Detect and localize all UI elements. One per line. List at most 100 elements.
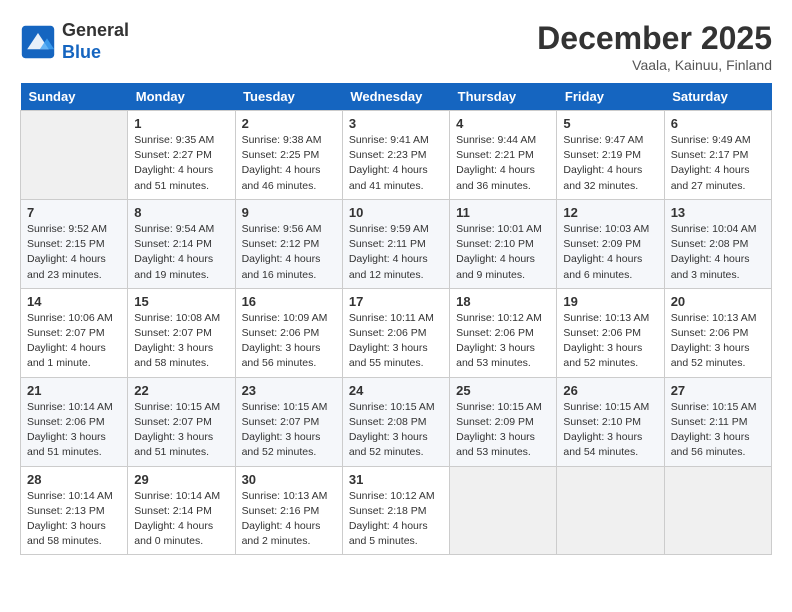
day-number: 1 <box>134 116 228 131</box>
day-number: 7 <box>27 205 121 220</box>
day-info: Sunrise: 10:13 AM Sunset: 2:16 PM Daylig… <box>242 489 336 550</box>
day-number: 6 <box>671 116 765 131</box>
day-number: 15 <box>134 294 228 309</box>
day-number: 9 <box>242 205 336 220</box>
day-info: Sunrise: 10:12 AM Sunset: 2:18 PM Daylig… <box>349 489 443 550</box>
day-info: Sunrise: 10:04 AM Sunset: 2:08 PM Daylig… <box>671 222 765 283</box>
calendar-cell: 4 Sunrise: 9:44 AM Sunset: 2:21 PM Daylig… <box>450 111 557 200</box>
day-info: Sunrise: 10:15 AM Sunset: 2:08 PM Daylig… <box>349 400 443 461</box>
day-header-wednesday: Wednesday <box>342 83 449 111</box>
location: Vaala, Kainuu, Finland <box>537 57 772 73</box>
day-info: Sunrise: 9:59 AM Sunset: 2:11 PM Dayligh… <box>349 222 443 283</box>
calendar-cell: 8 Sunrise: 9:54 AM Sunset: 2:14 PM Daylig… <box>128 199 235 288</box>
calendar-cell: 23 Sunrise: 10:15 AM Sunset: 2:07 PM Dayl… <box>235 377 342 466</box>
day-header-saturday: Saturday <box>664 83 771 111</box>
day-info: Sunrise: 9:41 AM Sunset: 2:23 PM Dayligh… <box>349 133 443 194</box>
day-number: 11 <box>456 205 550 220</box>
calendar-cell: 18 Sunrise: 10:12 AM Sunset: 2:06 PM Dayl… <box>450 288 557 377</box>
day-info: Sunrise: 10:15 AM Sunset: 2:07 PM Daylig… <box>242 400 336 461</box>
day-number: 2 <box>242 116 336 131</box>
day-number: 29 <box>134 472 228 487</box>
calendar-cell: 30 Sunrise: 10:13 AM Sunset: 2:16 PM Dayl… <box>235 466 342 555</box>
calendar-cell <box>450 466 557 555</box>
calendar-cell: 2 Sunrise: 9:38 AM Sunset: 2:25 PM Daylig… <box>235 111 342 200</box>
calendar-cell: 28 Sunrise: 10:14 AM Sunset: 2:13 PM Dayl… <box>21 466 128 555</box>
day-number: 16 <box>242 294 336 309</box>
day-info: Sunrise: 10:14 AM Sunset: 2:13 PM Daylig… <box>27 489 121 550</box>
calendar-cell: 14Sunrise: 10:06 AM Sunset: 2:07 PM Dayl… <box>21 288 128 377</box>
days-header-row: SundayMondayTuesdayWednesdayThursdayFrid… <box>21 83 772 111</box>
day-info: Sunrise: 10:14 AM Sunset: 2:14 PM Daylig… <box>134 489 228 550</box>
day-number: 27 <box>671 383 765 398</box>
calendar-cell: 19Sunrise: 10:13 AM Sunset: 2:06 PM Dayl… <box>557 288 664 377</box>
day-number: 28 <box>27 472 121 487</box>
day-info: Sunrise: 9:52 AM Sunset: 2:15 PM Dayligh… <box>27 222 121 283</box>
calendar-cell: 17Sunrise: 10:11 AM Sunset: 2:06 PM Dayl… <box>342 288 449 377</box>
day-number: 24 <box>349 383 443 398</box>
week-row-4: 21Sunrise: 10:14 AM Sunset: 2:06 PM Dayl… <box>21 377 772 466</box>
week-row-1: 1 Sunrise: 9:35 AM Sunset: 2:27 PM Daylig… <box>21 111 772 200</box>
calendar-cell: 3Sunrise: 9:41 AM Sunset: 2:23 PM Daylig… <box>342 111 449 200</box>
logo: General Blue <box>20 20 129 63</box>
day-header-friday: Friday <box>557 83 664 111</box>
week-row-2: 7 Sunrise: 9:52 AM Sunset: 2:15 PM Daylig… <box>21 199 772 288</box>
calendar-cell: 24 Sunrise: 10:15 AM Sunset: 2:08 PM Dayl… <box>342 377 449 466</box>
day-number: 30 <box>242 472 336 487</box>
month-year: December 2025 <box>537 20 772 57</box>
calendar-cell: 26 Sunrise: 10:15 AM Sunset: 2:10 PM Dayl… <box>557 377 664 466</box>
day-header-thursday: Thursday <box>450 83 557 111</box>
page-header: General Blue December 2025 Vaala, Kainuu… <box>20 20 772 73</box>
day-info: Sunrise: 9:35 AM Sunset: 2:27 PM Dayligh… <box>134 133 228 194</box>
day-info: Sunrise: 10:01 AM Sunset: 2:10 PM Daylig… <box>456 222 550 283</box>
logo-general: General <box>62 20 129 40</box>
calendar-cell: 15 Sunrise: 10:08 AM Sunset: 2:07 PM Dayl… <box>128 288 235 377</box>
calendar-cell: 25 Sunrise: 10:15 AM Sunset: 2:09 PM Dayl… <box>450 377 557 466</box>
day-info: Sunrise: 10:15 AM Sunset: 2:10 PM Daylig… <box>563 400 657 461</box>
calendar-cell: 21Sunrise: 10:14 AM Sunset: 2:06 PM Dayl… <box>21 377 128 466</box>
day-info: Sunrise: 10:11 AM Sunset: 2:06 PM Daylig… <box>349 311 443 372</box>
day-info: Sunrise: 9:44 AM Sunset: 2:21 PM Dayligh… <box>456 133 550 194</box>
day-info: Sunrise: 10:13 AM Sunset: 2:06 PM Daylig… <box>671 311 765 372</box>
day-number: 12 <box>563 205 657 220</box>
calendar-cell: 1 Sunrise: 9:35 AM Sunset: 2:27 PM Daylig… <box>128 111 235 200</box>
day-number: 31 <box>349 472 443 487</box>
day-number: 14 <box>27 294 121 309</box>
day-number: 20 <box>671 294 765 309</box>
day-info: Sunrise: 9:38 AM Sunset: 2:25 PM Dayligh… <box>242 133 336 194</box>
calendar-cell: 31 Sunrise: 10:12 AM Sunset: 2:18 PM Dayl… <box>342 466 449 555</box>
day-number: 13 <box>671 205 765 220</box>
calendar-cell <box>664 466 771 555</box>
day-info: Sunrise: 10:15 AM Sunset: 2:09 PM Daylig… <box>456 400 550 461</box>
day-number: 4 <box>456 116 550 131</box>
calendar-cell: 9Sunrise: 9:56 AM Sunset: 2:12 PM Daylig… <box>235 199 342 288</box>
day-number: 5 <box>563 116 657 131</box>
day-header-monday: Monday <box>128 83 235 111</box>
day-number: 21 <box>27 383 121 398</box>
week-row-3: 14Sunrise: 10:06 AM Sunset: 2:07 PM Dayl… <box>21 288 772 377</box>
day-number: 18 <box>456 294 550 309</box>
day-info: Sunrise: 10:12 AM Sunset: 2:06 PM Daylig… <box>456 311 550 372</box>
calendar-cell <box>557 466 664 555</box>
calendar-cell: 16 Sunrise: 10:09 AM Sunset: 2:06 PM Dayl… <box>235 288 342 377</box>
day-number: 8 <box>134 205 228 220</box>
calendar-cell: 7 Sunrise: 9:52 AM Sunset: 2:15 PM Daylig… <box>21 199 128 288</box>
day-info: Sunrise: 10:13 AM Sunset: 2:06 PM Daylig… <box>563 311 657 372</box>
day-number: 23 <box>242 383 336 398</box>
calendar-cell: 29 Sunrise: 10:14 AM Sunset: 2:14 PM Dayl… <box>128 466 235 555</box>
day-info: Sunrise: 10:15 AM Sunset: 2:07 PM Daylig… <box>134 400 228 461</box>
calendar-cell: 11 Sunrise: 10:01 AM Sunset: 2:10 PM Dayl… <box>450 199 557 288</box>
logo-text: General Blue <box>62 20 129 63</box>
day-number: 25 <box>456 383 550 398</box>
calendar-cell: 5Sunrise: 9:47 AM Sunset: 2:19 PM Daylig… <box>557 111 664 200</box>
day-info: Sunrise: 10:09 AM Sunset: 2:06 PM Daylig… <box>242 311 336 372</box>
calendar-cell: 12Sunrise: 10:03 AM Sunset: 2:09 PM Dayl… <box>557 199 664 288</box>
calendar-cell: 22Sunrise: 10:15 AM Sunset: 2:07 PM Dayl… <box>128 377 235 466</box>
day-info: Sunrise: 10:08 AM Sunset: 2:07 PM Daylig… <box>134 311 228 372</box>
calendar-cell: 20 Sunrise: 10:13 AM Sunset: 2:06 PM Dayl… <box>664 288 771 377</box>
calendar-cell: 10 Sunrise: 9:59 AM Sunset: 2:11 PM Dayli… <box>342 199 449 288</box>
day-number: 10 <box>349 205 443 220</box>
calendar-cell: 6Sunrise: 9:49 AM Sunset: 2:17 PM Daylig… <box>664 111 771 200</box>
day-info: Sunrise: 9:54 AM Sunset: 2:14 PM Dayligh… <box>134 222 228 283</box>
day-header-sunday: Sunday <box>21 83 128 111</box>
day-number: 26 <box>563 383 657 398</box>
